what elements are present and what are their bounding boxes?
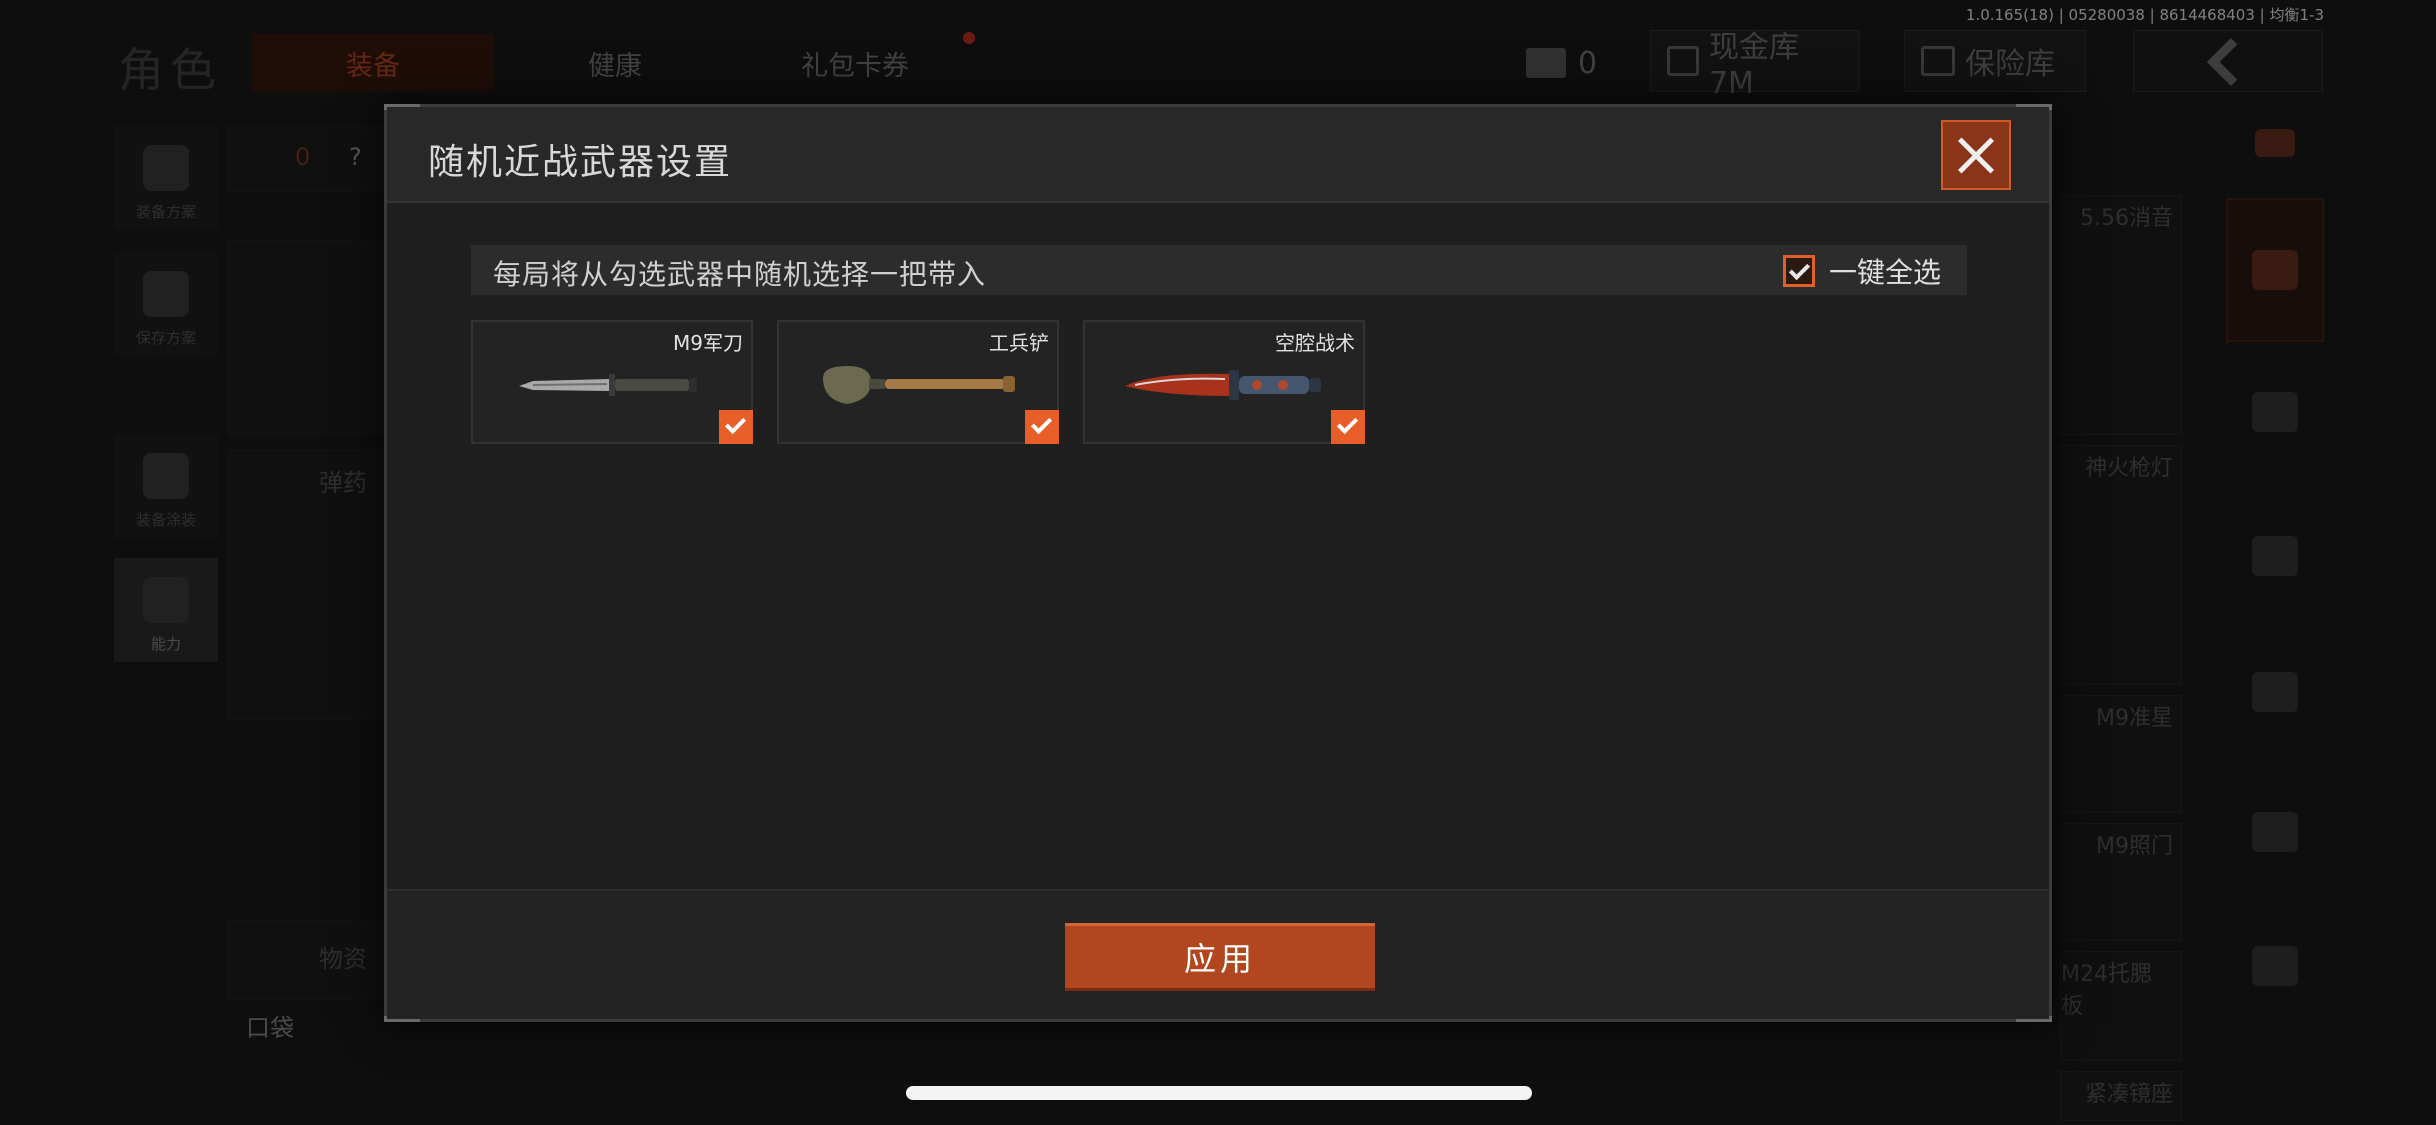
- apply-button[interactable]: 应用: [1065, 923, 1375, 991]
- info-text: 每局将从勾选武器中随机选择一把带入: [493, 258, 987, 291]
- select-all-toggle[interactable]: 一键全选: [1782, 251, 1941, 291]
- weapon-checkbox[interactable]: [719, 410, 753, 444]
- shovel-icon: [823, 366, 1015, 404]
- weapon-name: 工兵铲: [989, 331, 1049, 355]
- info-bar: 每局将从勾选武器中随机选择一把带入 一键全选: [471, 245, 1967, 295]
- dialog-title: 随机近战武器设置: [428, 142, 733, 183]
- check-icon: [724, 412, 747, 435]
- check-icon: [1336, 412, 1359, 435]
- select-all-checkbox[interactable]: [1782, 255, 1815, 287]
- dialog-header: 随机近战武器设置: [387, 107, 2049, 203]
- select-all-label: 一键全选: [1828, 256, 1941, 289]
- weapon-name: 空腔战术: [1275, 331, 1355, 355]
- check-icon: [1788, 258, 1811, 281]
- knife-icon: [519, 374, 697, 396]
- random-melee-settings-dialog: 随机近战武器设置 每局将从勾选武器中随机选择一把带入 一键全选 M9军刀 工兵铲: [384, 104, 2052, 1022]
- tactical-knife-icon: [1125, 370, 1321, 400]
- weapon-checkbox[interactable]: [1025, 410, 1059, 444]
- check-icon: [1030, 412, 1053, 435]
- weapon-name: M9军刀: [673, 331, 743, 355]
- weapon-card-m9-knife[interactable]: M9军刀: [471, 320, 753, 444]
- dialog-footer: 应用: [387, 889, 2049, 1019]
- weapon-card-shovel[interactable]: 工兵铲: [777, 320, 1059, 444]
- weapon-card-hollow-tactical[interactable]: 空腔战术: [1083, 320, 1365, 444]
- weapon-checkbox[interactable]: [1331, 410, 1365, 444]
- home-indicator[interactable]: [906, 1086, 1532, 1100]
- close-button[interactable]: [1941, 120, 2011, 190]
